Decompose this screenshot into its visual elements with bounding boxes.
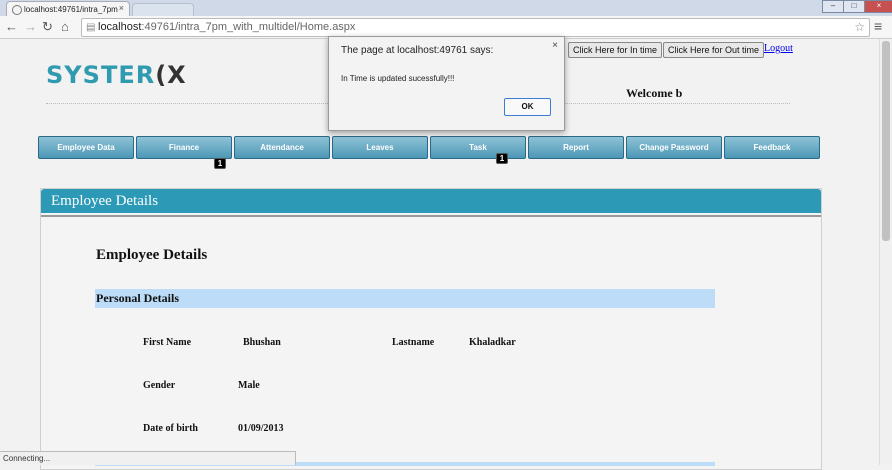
browser-tab-active[interactable]: localhost:49761/intra_7pm × — [6, 1, 130, 17]
logo-text: SYSTER — [46, 61, 156, 89]
panel-header-rule — [41, 215, 821, 217]
first-name-value: Bhushan — [243, 337, 281, 348]
scrollbar-thumb[interactable] — [882, 41, 890, 241]
systerix-logo: SYSTER(X — [46, 61, 187, 89]
gender-label: Gender — [143, 380, 176, 391]
alert-dialog: The page at localhost:49761 says: × In T… — [328, 36, 565, 131]
nav-finance[interactable]: Finance — [136, 136, 232, 159]
page-loading-icon — [12, 5, 22, 15]
first-name-label: First Name — [143, 337, 192, 348]
dob-label: Date of birth — [143, 423, 198, 434]
bookmark-star-icon[interactable]: ☆ — [854, 19, 865, 36]
nav-task[interactable]: Task — [430, 136, 526, 159]
page-title: Employee Details — [96, 247, 208, 263]
gender-value: Male — [238, 380, 260, 391]
address-bar[interactable]: ▤ localhost:49761/intra_7pm_with_multide… — [81, 18, 870, 37]
window-close-icon[interactable]: × — [864, 0, 892, 13]
in-time-button[interactable]: Click Here for In time — [568, 42, 663, 58]
nav-feedback[interactable]: Feedback — [724, 136, 820, 159]
dialog-title: The page at localhost:49761 says: — [341, 45, 494, 56]
finance-notification-badge: 1 — [214, 158, 226, 169]
section-header-personal: Personal Details — [95, 289, 715, 308]
welcome-text: Welcome b — [626, 86, 683, 100]
tab-title: localhost:49761/intra_7pm — [24, 5, 118, 14]
tab-close-icon[interactable]: × — [119, 3, 124, 13]
forward-arrow-icon[interactable]: → — [24, 19, 37, 34]
nav-change-password[interactable]: Change Password — [626, 136, 722, 159]
back-arrow-icon[interactable]: ← — [5, 19, 18, 34]
logo-mark: (X — [155, 61, 187, 89]
browser-menu-icon[interactable]: ≡ — [874, 18, 882, 34]
logout-link[interactable]: Logout — [764, 43, 793, 54]
url-path: :49761/intra_7pm_with_multidel/Home.aspx — [141, 21, 356, 33]
dialog-close-icon[interactable]: × — [552, 40, 558, 51]
reload-icon[interactable]: ↻ — [42, 19, 53, 35]
panel-header: Employee Details — [41, 189, 821, 213]
page-scrollbar[interactable] — [879, 39, 892, 465]
browser-status-bar: Connecting... — [0, 451, 296, 465]
employee-details-panel: Employee Details Employee Details Person… — [40, 188, 822, 470]
dob-value: 01/09/2013 — [238, 423, 284, 434]
nav-leaves[interactable]: Leaves — [332, 136, 428, 159]
nav-attendance[interactable]: Attendance — [234, 136, 330, 159]
task-notification-badge: 1 — [496, 153, 508, 164]
minimize-icon[interactable]: – — [822, 0, 844, 13]
page-icon: ▤ — [86, 22, 96, 33]
browser-tabstrip: localhost:49761/intra_7pm × – □ × — [0, 0, 892, 17]
dialog-message: In Time is updated sucessfully!!! — [341, 74, 455, 83]
url-text: localhost:49761/intra_7pm_with_multidel/… — [98, 19, 355, 36]
last-name-value: Khaladkar — [469, 337, 516, 348]
home-icon[interactable]: ⌂ — [61, 19, 69, 34]
maximize-icon[interactable]: □ — [843, 0, 865, 13]
browser-tab-inactive[interactable] — [132, 3, 194, 17]
dialog-ok-button[interactable]: OK — [504, 98, 551, 116]
url-host: localhost — [98, 21, 142, 33]
nav-employee-data[interactable]: Employee Data — [38, 136, 134, 159]
last-name-label: Lastname — [392, 337, 435, 348]
nav-report[interactable]: Report — [528, 136, 624, 159]
out-time-button[interactable]: Click Here for Out time — [663, 42, 765, 58]
